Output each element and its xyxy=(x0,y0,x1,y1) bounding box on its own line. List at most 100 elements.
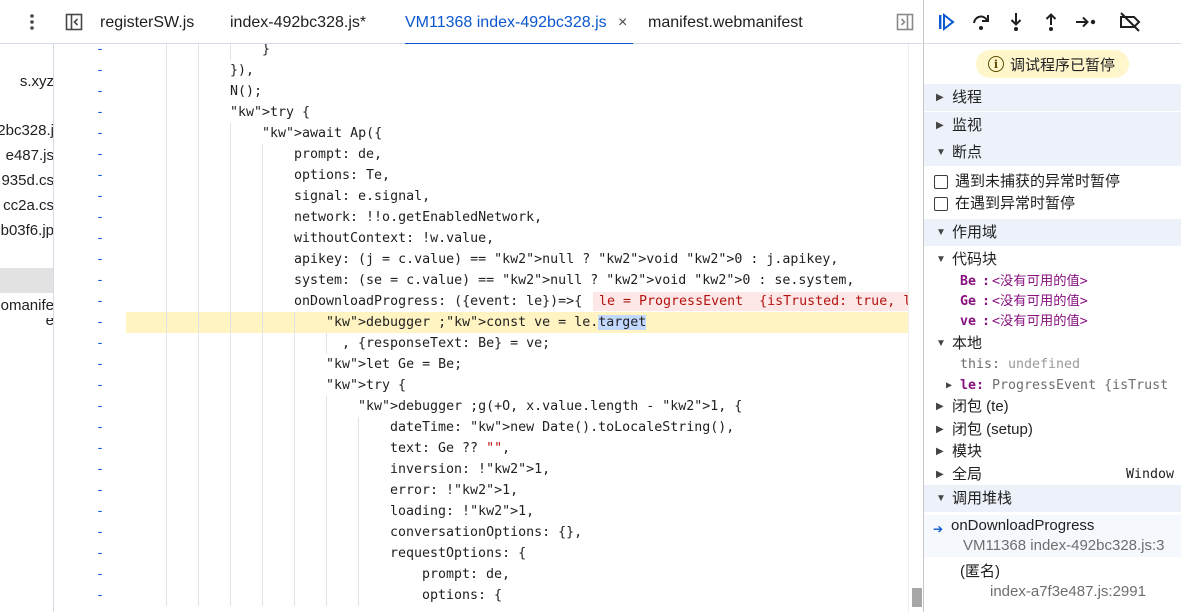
pause-caught-checkbox[interactable] xyxy=(934,197,948,211)
scope-closure-te[interactable]: ▶ 闭包 (te) xyxy=(924,396,1181,417)
editor-scrollbar[interactable] xyxy=(908,44,922,612)
line-gutter-marker[interactable]: - xyxy=(96,81,104,102)
code-line[interactable]: - inversion: !"kw2">1, xyxy=(55,459,908,480)
line-gutter-marker[interactable]: - xyxy=(96,396,104,417)
line-gutter-marker[interactable]: - xyxy=(96,312,104,333)
step-into-icon[interactable] xyxy=(1004,10,1028,34)
toggle-debugger-icon[interactable] xyxy=(893,0,917,44)
line-gutter-marker[interactable]: - xyxy=(96,543,104,564)
file-item[interactable]: 2bc328.j xyxy=(0,120,53,142)
code-line[interactable]: - withoutContext: !w.value, xyxy=(55,228,908,249)
line-gutter-marker[interactable]: - xyxy=(96,270,104,291)
scope-le-row[interactable]: ▶ le: ProgressEvent {isTrust xyxy=(924,375,1181,396)
line-gutter-marker[interactable]: - xyxy=(96,585,104,606)
line-gutter-marker[interactable]: - xyxy=(96,249,104,270)
line-gutter-marker[interactable]: - xyxy=(96,438,104,459)
step-out-icon[interactable] xyxy=(1039,10,1063,34)
code-line[interactable]: - "kw">debugger ;g(+O, x.value.length - "… xyxy=(55,396,908,417)
code-line[interactable]: -} xyxy=(55,44,908,60)
step-icon[interactable] xyxy=(1074,10,1098,34)
file-item[interactable]: e487.js xyxy=(0,145,53,167)
code-line[interactable]: - "kw">await Ap({ xyxy=(55,123,908,144)
line-gutter-marker[interactable]: - xyxy=(96,291,104,312)
code-line[interactable]: - "kw">try { xyxy=(55,102,908,123)
code-line[interactable]: - options: { xyxy=(55,585,908,606)
line-gutter-marker[interactable]: - xyxy=(96,44,104,60)
toggle-navigator-icon[interactable] xyxy=(62,0,86,44)
line-gutter-marker[interactable]: - xyxy=(96,522,104,543)
section-scope[interactable]: ▼ 作用域 xyxy=(924,219,1181,246)
line-gutter-marker[interactable]: - xyxy=(96,354,104,375)
tab-registersw[interactable]: registerSW.js xyxy=(100,0,194,44)
line-gutter-marker[interactable]: - xyxy=(96,207,104,228)
scope-closure-setup[interactable]: ▶ 闭包 (setup) xyxy=(924,419,1181,440)
file-item[interactable]: cc2a.cs xyxy=(0,195,53,217)
scope-this-row[interactable]: this: undefined xyxy=(924,354,1181,375)
code-line[interactable]: - , {responseText: Be} = ve; xyxy=(55,333,908,354)
code-line[interactable]: - signal: e.signal, xyxy=(55,186,908,207)
section-call-stack[interactable]: ▼ 调用堆栈 xyxy=(924,485,1181,512)
code-line[interactable]: - loading: !"kw2">1, xyxy=(55,501,908,522)
file-item[interactable]: b03f6.jp xyxy=(0,220,53,242)
code-line[interactable]: - error: !"kw2">1, xyxy=(55,480,908,501)
scope-block[interactable]: ▼ 代码块 xyxy=(924,249,1181,270)
code-line[interactable]: - prompt: de, xyxy=(55,564,908,585)
code-line[interactable]: - "kw">let Ge = Be; xyxy=(55,354,908,375)
line-gutter-marker[interactable]: - xyxy=(96,228,104,249)
line-gutter-marker[interactable]: - xyxy=(96,144,104,165)
file-item[interactable]: 935d.cs xyxy=(0,170,53,192)
scope-module[interactable]: ▶ 模块 xyxy=(924,441,1181,462)
line-gutter-marker[interactable]: - xyxy=(96,375,104,396)
section-watch[interactable]: ▶ 监视 xyxy=(924,112,1181,139)
deactivate-breakpoints-icon[interactable] xyxy=(1118,10,1142,34)
code-editor[interactable]: -} -}), - N(); - "kw">try {- "kw">await Ap({- p… xyxy=(55,44,908,612)
section-threads[interactable]: ▶ 线程 xyxy=(924,84,1181,111)
scope-var-row[interactable]: ve: <没有可用的值> xyxy=(924,311,1181,332)
tab-vm-index[interactable]: VM11368 index-492bc328.js × xyxy=(405,0,633,46)
code-line[interactable]: - options: Te, xyxy=(55,165,908,186)
code-line-paused[interactable]: - "kw">debugger ;"kw">const ve = le.targe… xyxy=(96,312,908,333)
more-vertical-icon[interactable] xyxy=(20,0,44,44)
code-line[interactable]: -}), xyxy=(55,60,908,81)
file-item[interactable]: s.xyz xyxy=(0,71,53,93)
code-line[interactable]: - apikey: (j = c.value) == "kw2">null ? "… xyxy=(55,249,908,270)
tab-manifest[interactable]: manifest.webmanifest xyxy=(648,0,803,44)
call-frame[interactable]: (匿名) index-a7f3e487.js:2991 xyxy=(924,561,1181,603)
code-line[interactable]: - network: !!o.getEnabledNetwork, xyxy=(55,207,908,228)
code-line[interactable]: - dateTime: "kw">new Date().toLocaleStrin… xyxy=(55,417,908,438)
line-gutter-marker[interactable]: - xyxy=(96,60,104,81)
line-gutter-marker[interactable]: - xyxy=(96,459,104,480)
line-gutter-marker[interactable]: - xyxy=(96,165,104,186)
close-tab-icon[interactable]: × xyxy=(618,0,627,46)
call-frame-selected[interactable]: ➔ onDownloadProgress VM11368 index-492bc… xyxy=(924,515,1181,557)
pause-uncaught-checkbox[interactable] xyxy=(934,175,948,189)
code-line[interactable]: - conversationOptions: {}, xyxy=(55,522,908,543)
line-gutter-marker[interactable]: - xyxy=(96,333,104,354)
line-gutter-marker[interactable]: - xyxy=(96,123,104,144)
code-line[interactable]: - requestOptions: { xyxy=(55,543,908,564)
scope-global[interactable]: ▶ 全局 Window xyxy=(924,464,1181,485)
code-line[interactable]: - N(); xyxy=(55,81,908,102)
resume-icon[interactable] xyxy=(934,10,958,34)
scrollbar-thumb[interactable] xyxy=(912,588,922,607)
scope-var-row[interactable]: Ge: <没有可用的值> xyxy=(924,291,1181,312)
file-item-selected[interactable] xyxy=(0,268,53,293)
line-gutter-marker[interactable]: - xyxy=(96,501,104,522)
step-over-icon[interactable] xyxy=(969,10,993,34)
line-gutter-marker[interactable]: - xyxy=(96,417,104,438)
scope-local[interactable]: ▼ 本地 xyxy=(924,333,1181,354)
code-line[interactable]: - text: Ge ?? "", xyxy=(55,438,908,459)
line-gutter-marker[interactable]: - xyxy=(96,186,104,207)
code-line[interactable]: - prompt: de, xyxy=(55,144,908,165)
line-gutter-marker[interactable]: - xyxy=(96,102,104,123)
file-item[interactable]: omanife xyxy=(0,295,53,317)
scope-var-row[interactable]: Be: <没有可用的值> xyxy=(924,271,1181,292)
line-gutter-marker[interactable]: - xyxy=(96,564,104,585)
code-line[interactable]: - "kw">try { xyxy=(55,375,908,396)
section-breakpoints[interactable]: ▼ 断点 xyxy=(924,139,1181,166)
code-line[interactable]: - onDownloadProgress: ({event: le})=>{le … xyxy=(55,291,908,312)
line-gutter-marker[interactable]: - xyxy=(96,480,104,501)
file-item[interactable]: e xyxy=(0,318,53,332)
tab-index-modified[interactable]: index-492bc328.js* xyxy=(230,0,366,44)
code-line[interactable]: - system: (se = c.value) == "kw2">null ? … xyxy=(55,270,908,291)
